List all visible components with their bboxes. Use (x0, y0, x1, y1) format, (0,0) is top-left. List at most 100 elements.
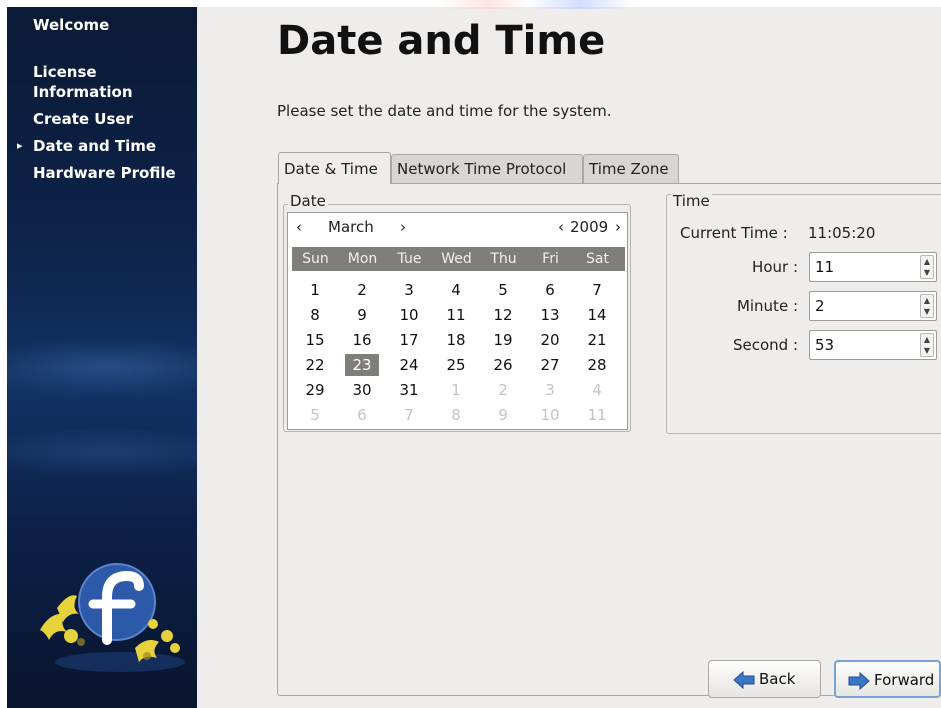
sidebar-item-label: License Information (33, 63, 133, 101)
calendar-day[interactable]: 1 (298, 279, 332, 301)
forward-button-label: Forward (874, 671, 935, 689)
calendar-day[interactable]: 3 (533, 379, 567, 401)
prev-year-icon[interactable]: ‹ (558, 213, 564, 241)
weekday-label: Wed (441, 251, 472, 267)
calendar-day[interactable]: 2 (486, 379, 520, 401)
weekday-label: Thu (490, 251, 517, 267)
prev-month-icon[interactable]: ‹ (296, 213, 302, 241)
fedora-logo-icon (40, 563, 185, 672)
calendar-day[interactable]: 20 (533, 329, 567, 351)
weekday-label: Tue (397, 251, 422, 267)
calendar-day[interactable]: 11 (439, 304, 473, 326)
calendar-day[interactable]: 12 (486, 304, 520, 326)
hour-stepper[interactable]: ▲ ▼ (920, 255, 934, 279)
tab-label: Date & Time (284, 160, 378, 178)
calendar-day[interactable]: 2 (345, 279, 379, 301)
calendar-day[interactable]: 22 (298, 354, 332, 376)
calendar-day[interactable]: 19 (486, 329, 520, 351)
tab-label: Time Zone (589, 160, 669, 178)
stepper-down-icon[interactable]: ▼ (921, 345, 933, 356)
current-time-label: Current Time : (680, 224, 788, 242)
calendar-day[interactable]: 14 (580, 304, 614, 326)
tab-label: Network Time Protocol (397, 160, 567, 178)
stepper-down-icon[interactable]: ▼ (921, 306, 933, 317)
hour-spinbox[interactable]: ▲ ▼ (809, 252, 937, 282)
calendar-day[interactable]: 15 (298, 329, 332, 351)
calendar-month: March (328, 218, 374, 236)
second-stepper[interactable]: ▲ ▼ (920, 333, 934, 357)
tab-time-zone[interactable]: Time Zone (583, 154, 679, 183)
main-content: Date and Time Please set the date and ti… (197, 0, 941, 708)
sidebar-item-license-information[interactable]: License Information (7, 42, 197, 102)
calendar-year: 2009 (570, 218, 609, 236)
calendar[interactable]: ‹ March › ‹ 2009 › Sun Mon Tue Wed Thu F… (287, 212, 628, 430)
calendar-day[interactable]: 23 (345, 354, 379, 376)
sidebar-item-hardware-profile[interactable]: Hardware Profile (7, 163, 197, 183)
calendar-day[interactable]: 4 (439, 279, 473, 301)
second-input[interactable] (810, 331, 928, 359)
sidebar-item-label: Create User (33, 110, 133, 128)
calendar-day[interactable]: 1 (439, 379, 473, 401)
tab-network-time-protocol[interactable]: Network Time Protocol (391, 154, 583, 183)
calendar-day[interactable]: 26 (486, 354, 520, 376)
stepper-up-icon[interactable]: ▲ (921, 256, 933, 267)
weekday-label: Fri (542, 251, 559, 267)
sidebar-item-welcome[interactable]: Welcome (7, 15, 197, 35)
calendar-day[interactable]: 11 (580, 404, 614, 426)
calendar-day[interactable]: 10 (533, 404, 567, 426)
sidebar-item-create-user[interactable]: Create User (7, 109, 197, 129)
sidebar-glow-lower (7, 427, 197, 477)
calendar-day[interactable]: 4 (580, 379, 614, 401)
calendar-day[interactable]: 7 (392, 404, 426, 426)
date-frame-label: Date (288, 192, 328, 210)
sidebar-item-date-and-time[interactable]: ▸ Date and Time (7, 136, 197, 156)
calendar-day[interactable]: 31 (392, 379, 426, 401)
minute-input[interactable] (810, 292, 928, 320)
sidebar-glow (7, 337, 197, 397)
next-year-icon[interactable]: › (615, 213, 621, 241)
next-month-icon[interactable]: › (400, 213, 406, 241)
weekday-header-row: Sun Mon Tue Wed Thu Fri Sat (292, 247, 625, 271)
calendar-day[interactable]: 5 (298, 404, 332, 426)
page-title: Date and Time (277, 18, 606, 64)
back-arrow-icon (733, 671, 755, 689)
hour-input[interactable] (810, 253, 928, 281)
calendar-day[interactable]: 24 (392, 354, 426, 376)
minute-stepper[interactable]: ▲ ▼ (920, 294, 934, 318)
calendar-day[interactable]: 5 (486, 279, 520, 301)
calendar-day[interactable]: 28 (580, 354, 614, 376)
calendar-day[interactable]: 25 (439, 354, 473, 376)
calendar-day[interactable]: 9 (345, 304, 379, 326)
calendar-day[interactable]: 10 (392, 304, 426, 326)
top-strip (197, 0, 941, 9)
stepper-down-icon[interactable]: ▼ (921, 267, 933, 278)
second-spinbox[interactable]: ▲ ▼ (809, 330, 937, 360)
sidebar-nav: Welcome License Information Create User … (7, 15, 197, 190)
calendar-day[interactable]: 29 (298, 379, 332, 401)
calendar-day[interactable]: 6 (345, 404, 379, 426)
minute-spinbox[interactable]: ▲ ▼ (809, 291, 937, 321)
stepper-up-icon[interactable]: ▲ (921, 295, 933, 306)
calendar-day[interactable]: 3 (392, 279, 426, 301)
calendar-day[interactable]: 17 (392, 329, 426, 351)
calendar-day[interactable]: 21 (580, 329, 614, 351)
calendar-day[interactable]: 8 (439, 404, 473, 426)
calendar-day[interactable]: 18 (439, 329, 473, 351)
calendar-day[interactable]: 30 (345, 379, 379, 401)
weekday-label: Mon (347, 251, 378, 267)
calendar-day[interactable]: 27 (533, 354, 567, 376)
calendar-day[interactable]: 8 (298, 304, 332, 326)
forward-button[interactable]: Forward (834, 660, 941, 698)
back-button[interactable]: Back (708, 660, 821, 698)
forward-arrow-icon (848, 672, 870, 690)
calendar-day[interactable]: 13 (533, 304, 567, 326)
calendar-day[interactable]: 9 (486, 404, 520, 426)
calendar-day[interactable]: 6 (533, 279, 567, 301)
stepper-up-icon[interactable]: ▲ (921, 334, 933, 345)
tab-date-and-time[interactable]: Date & Time (278, 152, 391, 184)
calendar-day[interactable]: 16 (345, 329, 379, 351)
back-button-label: Back (759, 670, 796, 688)
calendar-day[interactable]: 7 (580, 279, 614, 301)
hour-label: Hour : (752, 258, 798, 276)
second-label: Second : (732, 336, 798, 354)
